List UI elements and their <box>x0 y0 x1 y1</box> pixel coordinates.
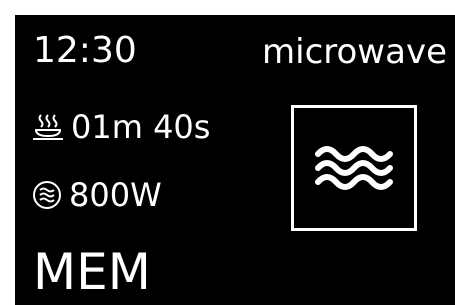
clock-readout: 12:30 <box>33 30 137 71</box>
power-row: 800W <box>31 179 162 211</box>
microwave-waves-icon <box>291 105 417 231</box>
cook-time-row: 01m 40s <box>31 111 210 143</box>
display-panel: 12:30 microwave 01m 40s 800W MEM <box>15 15 455 305</box>
memory-label: MEM <box>33 243 151 301</box>
cook-time-value: 01m 40s <box>71 108 211 146</box>
steaming-dish-icon <box>31 112 65 142</box>
power-value: 800W <box>69 176 162 214</box>
microwave-waves-circle-icon <box>31 179 63 211</box>
oven-display-screen: 12:30 microwave 01m 40s 800W MEM <box>0 0 455 305</box>
mode-label: microwave <box>262 32 447 72</box>
